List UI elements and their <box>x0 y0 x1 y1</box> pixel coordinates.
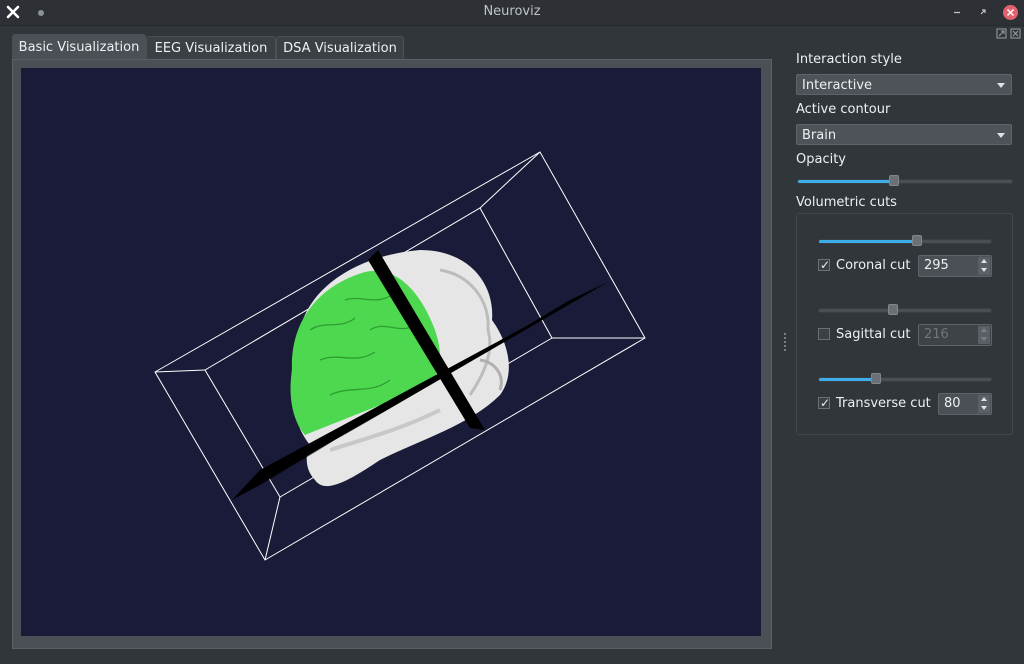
transverse-cut-spinbox[interactable]: 80 <box>938 393 992 415</box>
dock-float-icon <box>996 28 1007 39</box>
chevron-down-icon <box>997 83 1005 88</box>
title-bar: Neuroviz <box>0 0 1024 26</box>
transverse-slider-fill <box>819 378 876 381</box>
spin-up-icon[interactable] <box>978 257 990 266</box>
interaction-style-label: Interaction style <box>796 52 902 67</box>
spin-down-icon[interactable] <box>978 404 990 413</box>
spin-down-icon[interactable] <box>978 266 990 275</box>
opacity-label: Opacity <box>796 152 847 167</box>
coronal-cut-spinbox[interactable]: 295 <box>918 255 992 277</box>
transverse-slider-handle[interactable] <box>870 373 881 384</box>
volumetric-cuts-label: Volumetric cuts <box>796 195 897 210</box>
opacity-slider[interactable] <box>797 175 1013 186</box>
opacity-slider-handle[interactable] <box>889 175 900 186</box>
active-contour-select[interactable]: Brain <box>796 124 1012 145</box>
coronal-cut-slider[interactable] <box>818 235 992 246</box>
tab-basic-visualization[interactable]: Basic Visualization <box>12 34 146 60</box>
interaction-style-value: Interactive <box>802 78 873 93</box>
check-icon: ✓ <box>819 258 831 272</box>
spin-up-icon[interactable] <box>978 326 990 335</box>
chevron-down-icon <box>997 133 1005 138</box>
window-title: Neuroviz <box>483 4 541 19</box>
interaction-style-select[interactable]: Interactive <box>796 74 1012 95</box>
transverse-cut-slider[interactable] <box>818 373 992 384</box>
transverse-cut-checkbox[interactable]: ✓ <box>818 396 831 410</box>
minimize-icon[interactable] <box>949 4 965 20</box>
volume-render <box>154 151 646 561</box>
sagittal-cut-checkbox[interactable] <box>818 328 830 340</box>
close-window-button[interactable] <box>1003 5 1018 20</box>
coronal-slider-handle[interactable] <box>912 235 923 246</box>
sagittal-slider-fill <box>819 309 893 312</box>
tab-eeg-visualization[interactable]: EEG Visualization <box>146 36 276 60</box>
tab-dsa-visualization[interactable]: DSA Visualization <box>276 36 404 60</box>
active-contour-value: Brain <box>802 128 837 143</box>
dock-close-icon <box>1010 28 1021 39</box>
check-icon: ✓ <box>819 396 831 410</box>
transverse-cut-label: Transverse cut <box>836 396 931 411</box>
coronal-cut-checkbox[interactable]: ✓ <box>818 258 831 272</box>
sagittal-cut-label: Sagittal cut <box>836 327 911 342</box>
restore-icon[interactable] <box>975 4 991 20</box>
render-viewport[interactable] <box>21 68 761 636</box>
dock-controls <box>996 28 1022 40</box>
sagittal-cut-value: 216 <box>924 327 949 342</box>
sagittal-cut-slider[interactable] <box>818 304 992 315</box>
sagittal-slider-handle[interactable] <box>887 304 898 315</box>
coronal-cut-label: Coronal cut <box>836 258 911 273</box>
coronal-slider-fill <box>819 240 918 243</box>
transverse-cut-value: 80 <box>944 396 961 411</box>
coronal-cut-value: 295 <box>924 258 949 273</box>
spin-down-icon[interactable] <box>978 335 990 344</box>
sagittal-cut-spinbox[interactable]: 216 <box>918 324 992 346</box>
panel-splitter-handle[interactable] <box>784 333 788 351</box>
active-contour-label: Active contour <box>796 102 891 117</box>
opacity-slider-fill <box>798 180 895 183</box>
spin-up-icon[interactable] <box>978 395 990 404</box>
